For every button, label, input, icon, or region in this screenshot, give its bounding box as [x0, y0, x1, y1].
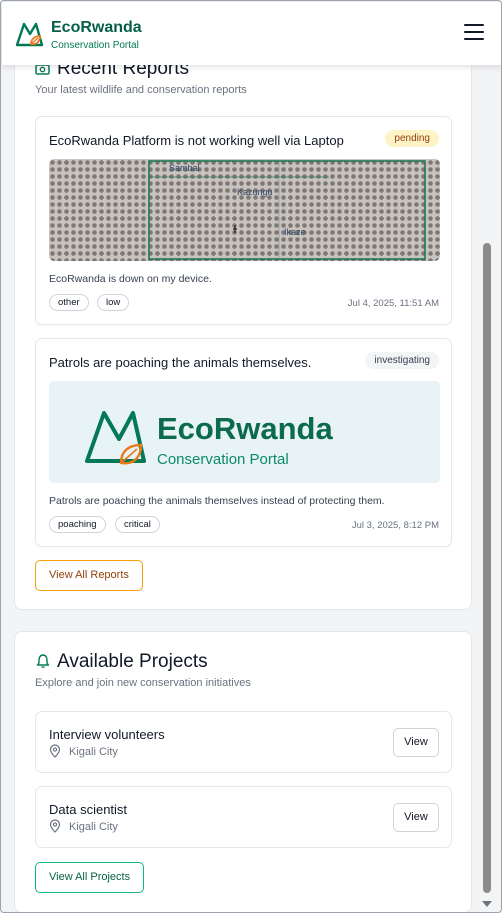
report-tag: other: [49, 294, 89, 311]
available-projects-title: Available Projects: [57, 651, 208, 672]
app-window: EcoRwanda Conservation Portal Recent Rep…: [0, 0, 502, 913]
available-projects-panel: Available Projects Explore and join new …: [14, 631, 472, 912]
recent-reports-panel: Recent Reports Your latest wildlife and …: [14, 43, 472, 610]
status-badge: investigating: [365, 352, 439, 369]
brand[interactable]: EcoRwanda Conservation Portal: [51, 18, 142, 52]
ecorwanda-logo-icon: [15, 22, 44, 47]
hamburger-menu-icon[interactable]: [464, 24, 484, 42]
location-pin-icon: [49, 744, 61, 758]
view-project-button[interactable]: View: [393, 803, 439, 832]
location-pin-icon: [49, 819, 61, 833]
view-all-reports-button[interactable]: View All Reports: [35, 560, 143, 591]
report-title: Patrols are poaching the animals themsel…: [49, 355, 312, 370]
view-project-button[interactable]: View: [393, 728, 439, 757]
project-title: Data scientist: [49, 802, 128, 817]
recent-reports-subtitle: Your latest wildlife and conservation re…: [35, 84, 247, 96]
view-all-projects-button[interactable]: View All Projects: [35, 862, 145, 893]
available-projects-subtitle: Explore and join new conservation initia…: [35, 677, 251, 689]
report-description: EcoRwanda is down on my device.: [49, 273, 212, 285]
report-image-text: Sambal: [169, 163, 200, 173]
report-image[interactable]: EcoRwanda Conservation Portal: [49, 381, 440, 483]
project-title: Interview volunteers: [49, 727, 165, 742]
report-title: EcoRwanda Platform is not working well v…: [49, 133, 344, 148]
project-card[interactable]: Interview volunteers Kigali City View: [35, 711, 452, 773]
report-image-subtitle: Conservation Portal: [157, 451, 289, 468]
report-image-text: Ikaze: [284, 227, 306, 237]
report-date: Jul 4, 2025, 11:51 AM: [347, 298, 439, 309]
report-image-text: Kazungu: [237, 187, 273, 197]
report-image[interactable]: Sambal Kazungu Ikaze: [49, 159, 440, 261]
project-location: Kigali City: [69, 746, 118, 758]
scrollbar-thumb[interactable]: [483, 243, 491, 893]
top-header: EcoRwanda Conservation Portal: [2, 2, 501, 65]
report-description: Patrols are poaching the animals themsel…: [49, 495, 385, 507]
report-date: Jul 3, 2025, 8:12 PM: [351, 520, 439, 531]
report-card[interactable]: Patrols are poaching the animals themsel…: [35, 338, 452, 547]
status-badge: pending: [385, 130, 439, 147]
brand-name: EcoRwanda: [51, 19, 142, 36]
brand-subtitle: Conservation Portal: [51, 40, 139, 51]
project-location: Kigali City: [69, 821, 118, 833]
project-card[interactable]: Data scientist Kigali City View: [35, 786, 452, 848]
report-tag: low: [97, 294, 130, 311]
report-tag: poaching: [49, 516, 106, 533]
scroll-down-arrow-icon[interactable]: [482, 901, 492, 907]
report-tag: critical: [115, 516, 160, 533]
report-card[interactable]: EcoRwanda Platform is not working well v…: [35, 116, 452, 325]
report-image-brand: EcoRwanda: [157, 411, 333, 446]
bell-icon: [36, 654, 50, 668]
